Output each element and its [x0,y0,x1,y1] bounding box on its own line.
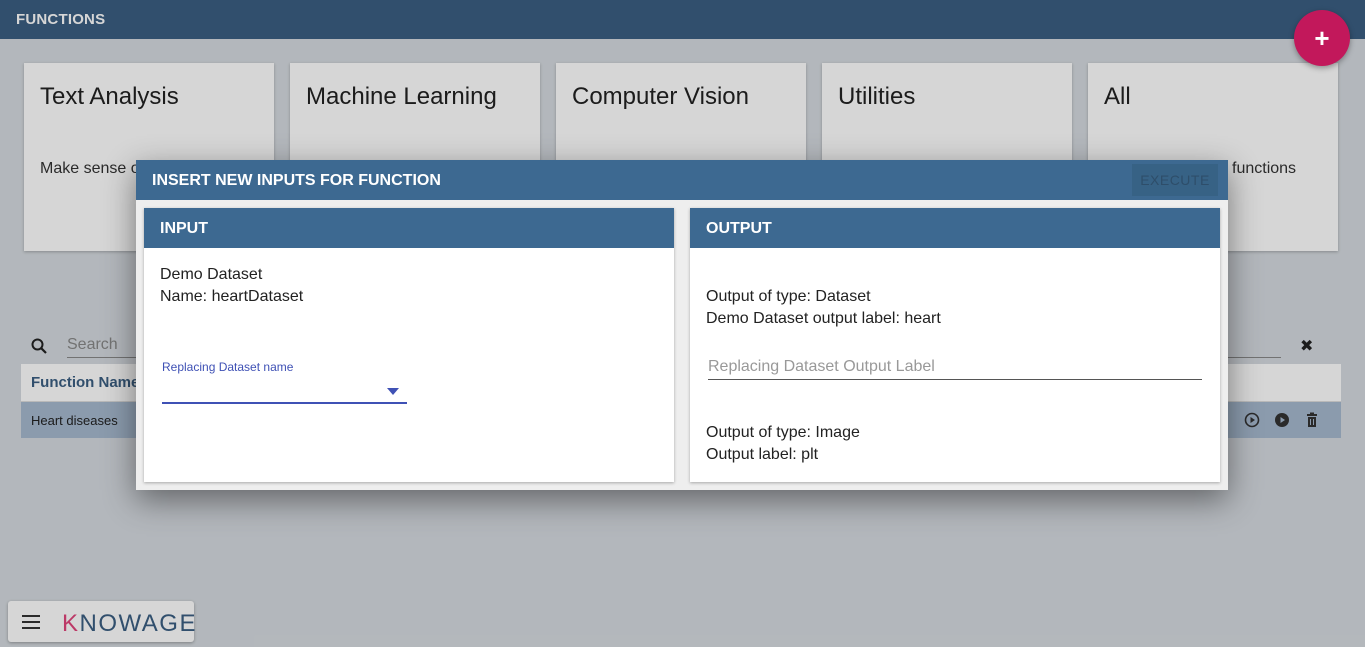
replacing-dataset-label: Replacing Dataset name [162,360,294,374]
output-1-label-text: Demo Dataset output label: heart [706,310,941,327]
dataset-type-text: Demo Dataset [160,266,263,283]
output-2-type-text: Output of type: Image [706,424,860,441]
input-panel-header: INPUT [144,208,674,248]
replacing-output-label-input[interactable] [708,354,1202,380]
dialog-title: INSERT NEW INPUTS FOR FUNCTION [152,172,441,189]
dialog-header: INSERT NEW INPUTS FOR FUNCTION EXECUTE [136,160,1228,200]
output-1-type-text: Output of type: Dataset [706,288,871,305]
output-panel: OUTPUT Output of type: Dataset Demo Data… [690,208,1220,482]
input-panel: INPUT Demo Dataset Name: heartDataset Re… [144,208,674,482]
output-panel-header: OUTPUT [690,208,1220,248]
dropdown-caret-icon [387,388,399,395]
input-panel-title: INPUT [160,220,208,237]
output-2-label-text: Output label: plt [706,446,819,463]
add-function-button[interactable]: + [1294,10,1350,66]
insert-inputs-dialog: INSERT NEW INPUTS FOR FUNCTION EXECUTE I… [136,160,1228,490]
output-panel-title: OUTPUT [706,220,772,237]
dataset-name-text: Name: heartDataset [160,288,304,305]
execute-button[interactable]: EXECUTE [1132,164,1218,196]
replacing-dataset-select[interactable] [162,378,407,404]
